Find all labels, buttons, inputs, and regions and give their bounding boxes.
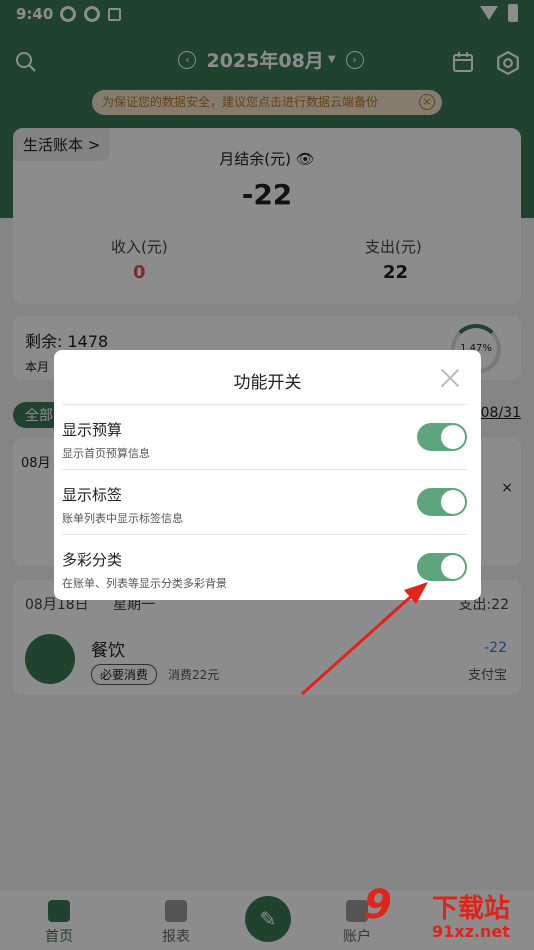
option-show-budget: 显示预算 显示首页预算信息 (62, 404, 467, 469)
watermark-logo: 9 下载站 91xz.net (364, 882, 511, 941)
close-icon[interactable] (439, 366, 461, 388)
option-desc: 显示首页预算信息 (62, 447, 150, 460)
colorful-category-toggle[interactable] (417, 553, 467, 581)
feature-switch-dialog: 功能开关 显示预算 显示首页预算信息 显示标签 账单列表中显示标签信息 多彩分类… (54, 350, 481, 600)
option-title: 显示标签 (62, 486, 123, 504)
dialog-title: 功能开关 (233, 373, 302, 393)
show-tags-toggle[interactable] (417, 488, 467, 516)
option-desc: 账单列表中显示标签信息 (62, 512, 183, 525)
show-budget-toggle[interactable] (417, 423, 467, 451)
option-show-tags: 显示标签 账单列表中显示标签信息 (62, 469, 467, 534)
option-desc: 在账单、列表等显示分类多彩背景 (62, 577, 227, 590)
option-title: 显示预算 (62, 421, 123, 439)
option-title: 多彩分类 (62, 551, 123, 569)
option-colorful-category: 多彩分类 在账单、列表等显示分类多彩背景 (62, 534, 467, 599)
